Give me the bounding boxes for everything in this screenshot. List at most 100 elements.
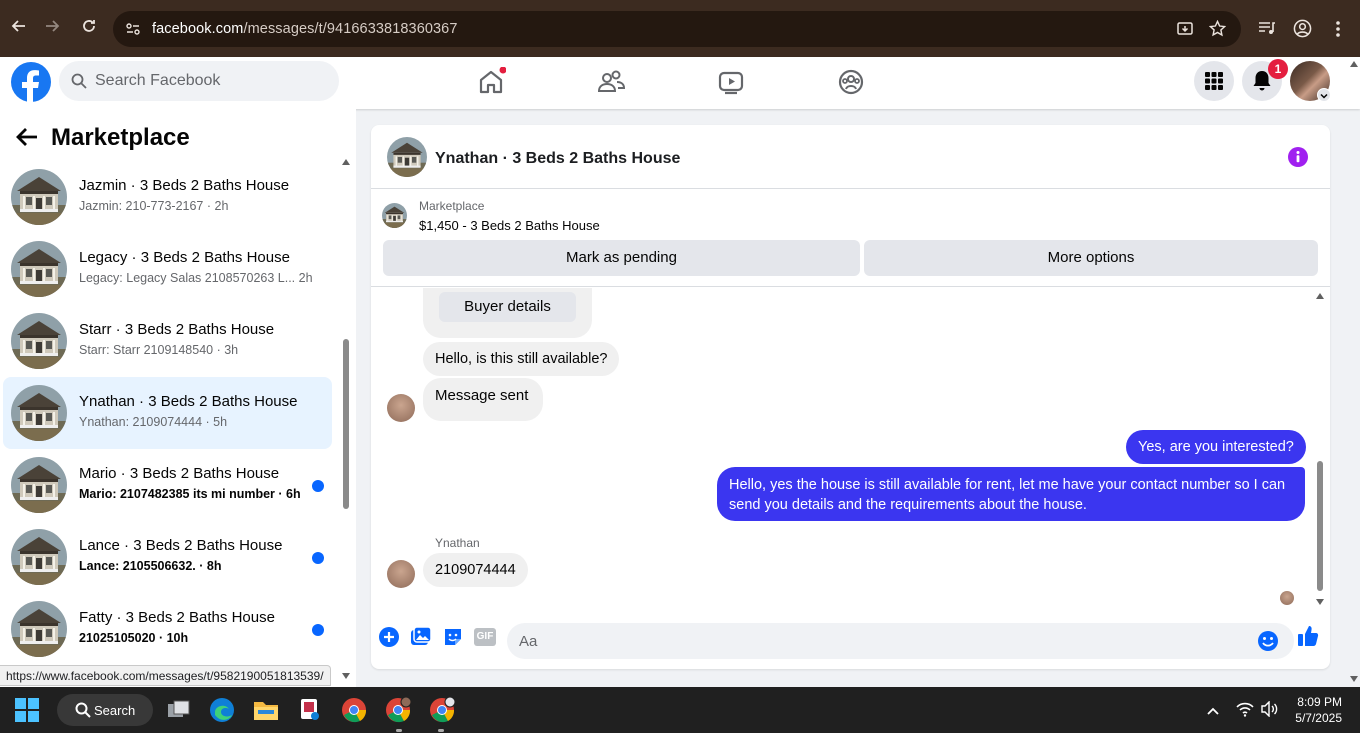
address-bar[interactable]: facebook.com/messages/t/9416633818360367 bbox=[113, 11, 1241, 47]
reload-icon[interactable] bbox=[81, 18, 97, 38]
more-options-button[interactable]: More options bbox=[864, 240, 1318, 276]
task-view-icon[interactable] bbox=[166, 697, 192, 723]
chevron-up-icon[interactable] bbox=[1206, 703, 1220, 721]
conversation-thumbnail bbox=[11, 313, 67, 369]
file-explorer-icon[interactable] bbox=[253, 697, 279, 723]
outgoing-message: Hello, yes the house is still available … bbox=[717, 467, 1305, 521]
chat-avatar[interactable] bbox=[387, 137, 427, 177]
conversation-thumbnail bbox=[11, 169, 67, 225]
photo-icon[interactable] bbox=[410, 626, 432, 648]
message-input-placeholder: Aa bbox=[519, 633, 538, 650]
facebook-header: Search Facebook 1 bbox=[0, 57, 1360, 109]
listing-thumbnail[interactable] bbox=[382, 203, 407, 228]
marketplace-sidebar: Marketplace Jazmin · 3 Beds 2 Baths Hous… bbox=[0, 109, 356, 687]
conversation-item[interactable]: Jazmin · 3 Beds 2 Baths House Jazmin: 210… bbox=[3, 161, 332, 233]
facebook-logo-icon[interactable] bbox=[11, 62, 51, 102]
clock-time: 8:09 PM bbox=[1297, 695, 1342, 709]
menu-grid-icon[interactable] bbox=[1194, 61, 1234, 101]
read-receipt-avatar bbox=[1280, 591, 1294, 605]
conversation-name: Legacy · 3 Beds 2 Baths House bbox=[79, 249, 290, 266]
taskbar-search-button[interactable]: Search bbox=[57, 694, 153, 726]
search-icon bbox=[71, 73, 87, 94]
kebab-menu-icon[interactable] bbox=[1335, 20, 1341, 43]
sender-avatar bbox=[387, 560, 415, 588]
incoming-message: Hello, is this still available? bbox=[423, 342, 620, 376]
conversation-thumbnail bbox=[11, 601, 67, 657]
wifi-icon[interactable] bbox=[1236, 701, 1254, 722]
sidebar-scrollbar[interactable] bbox=[341, 159, 351, 679]
site-settings-icon[interactable] bbox=[125, 21, 141, 42]
conversation-item[interactable]: Legacy · 3 Beds 2 Baths House Legacy: Leg… bbox=[3, 233, 332, 305]
listing-bar: Marketplace $1,450 - 3 Beds 2 Baths Hous… bbox=[371, 189, 1330, 287]
message-input[interactable]: Aa bbox=[507, 623, 1294, 659]
chrome-icon[interactable] bbox=[341, 697, 367, 723]
taskbar: Search 8:09 PM 5/7/2025 bbox=[0, 687, 1360, 733]
conversation-item[interactable]: Starr · 3 Beds 2 Baths House Starr: Starr… bbox=[3, 305, 332, 377]
account-chevron-down-icon[interactable] bbox=[1317, 88, 1331, 102]
info-icon[interactable] bbox=[1288, 147, 1308, 172]
plus-circle-icon[interactable] bbox=[378, 626, 400, 648]
conversation-preview: Starr: Starr 2109148540 · 3h bbox=[79, 343, 239, 357]
chrome-profile-icon[interactable] bbox=[385, 696, 412, 723]
bookmark-star-icon[interactable] bbox=[1208, 19, 1227, 42]
message-thread: Buyer details Hello, is this still avail… bbox=[371, 288, 1330, 618]
back-icon[interactable] bbox=[10, 18, 26, 38]
incoming-message: 2109074444 bbox=[423, 553, 528, 587]
sticker-icon[interactable] bbox=[442, 626, 464, 648]
outgoing-message: Yes, are you interested? bbox=[1126, 430, 1306, 464]
unread-dot bbox=[312, 624, 324, 636]
conversation-preview: Lance: 2105506632. · 8h bbox=[79, 559, 222, 573]
profile-icon[interactable] bbox=[1293, 19, 1312, 43]
unread-dot bbox=[312, 480, 324, 492]
windows-start-icon[interactable] bbox=[15, 698, 41, 724]
conversation-name: Starr · 3 Beds 2 Baths House bbox=[79, 321, 275, 338]
notifications-bell-icon[interactable]: 1 bbox=[1242, 59, 1288, 101]
home-icon[interactable] bbox=[476, 66, 507, 97]
search-input[interactable]: Search Facebook bbox=[95, 72, 220, 90]
emoji-icon[interactable] bbox=[1257, 630, 1279, 657]
chat-header: Ynathan · 3 Beds 2 Baths House bbox=[371, 125, 1330, 189]
url-text: facebook.com/messages/t/9416633818360367 bbox=[152, 21, 458, 37]
back-arrow-icon[interactable] bbox=[16, 127, 38, 152]
install-app-icon[interactable] bbox=[1177, 21, 1194, 42]
system-clock[interactable]: 8:09 PM 5/7/2025 bbox=[1295, 694, 1342, 726]
groups-icon[interactable] bbox=[836, 67, 866, 97]
browser-toolbar: facebook.com/messages/t/9416633818360367 bbox=[0, 0, 1360, 57]
clock-date: 5/7/2025 bbox=[1295, 711, 1342, 725]
chat-title[interactable]: Ynathan · 3 Beds 2 Baths House bbox=[435, 150, 680, 168]
video-icon[interactable] bbox=[716, 67, 746, 97]
sidebar-title: Marketplace bbox=[51, 124, 190, 151]
sender-avatar bbox=[387, 394, 415, 422]
listing-source-label: Marketplace bbox=[419, 199, 485, 213]
conversation-name: Fatty · 3 Beds 2 Baths House bbox=[79, 609, 275, 626]
chrome-profile-icon[interactable] bbox=[429, 696, 456, 723]
friends-icon[interactable] bbox=[596, 67, 626, 97]
running-indicator bbox=[396, 729, 402, 732]
edge-icon[interactable] bbox=[209, 697, 235, 723]
incoming-message: Message sent bbox=[423, 378, 543, 421]
page-scrollbar[interactable] bbox=[1348, 57, 1360, 687]
conversation-item[interactable]: Fatty · 3 Beds 2 Baths House 21025105020 … bbox=[3, 593, 332, 665]
volume-icon[interactable] bbox=[1261, 700, 1279, 722]
conversation-name: Mario · 3 Beds 2 Baths House bbox=[79, 465, 280, 482]
mark-as-pending-button[interactable]: Mark as pending bbox=[383, 240, 860, 276]
search-box[interactable]: Search Facebook bbox=[59, 61, 339, 101]
buyer-details-button[interactable]: Buyer details bbox=[439, 292, 576, 322]
chat-window: Ynathan · 3 Beds 2 Baths House Marketpla… bbox=[371, 125, 1330, 669]
media-control-icon[interactable] bbox=[1258, 20, 1276, 41]
conversation-item[interactable]: Lance · 3 Beds 2 Baths House Lance: 21055… bbox=[3, 521, 332, 593]
snipping-tool-icon[interactable] bbox=[297, 697, 323, 723]
gif-icon[interactable]: GIF bbox=[474, 628, 496, 646]
conversation-item[interactable]: Mario · 3 Beds 2 Baths House Mario: 21074… bbox=[3, 449, 332, 521]
taskbar-search-icon bbox=[75, 702, 91, 723]
conversation-thumbnail bbox=[11, 529, 67, 585]
conversation-name: Ynathan · 3 Beds 2 Baths House bbox=[79, 393, 298, 410]
forward-icon[interactable] bbox=[45, 18, 61, 38]
conversation-item[interactable]: Ynathan · 3 Beds 2 Baths House Ynathan: 2… bbox=[3, 377, 332, 449]
listing-price-title[interactable]: $1,450 - 3 Beds 2 Baths House bbox=[419, 218, 600, 233]
thumbs-up-icon[interactable] bbox=[1297, 624, 1319, 646]
sender-name-label: Ynathan bbox=[435, 536, 480, 550]
notification-badge: 1 bbox=[1268, 59, 1288, 79]
chat-scrollbar[interactable] bbox=[1314, 289, 1326, 609]
link-status-bar: https://www.facebook.com/messages/t/9582… bbox=[0, 665, 331, 686]
